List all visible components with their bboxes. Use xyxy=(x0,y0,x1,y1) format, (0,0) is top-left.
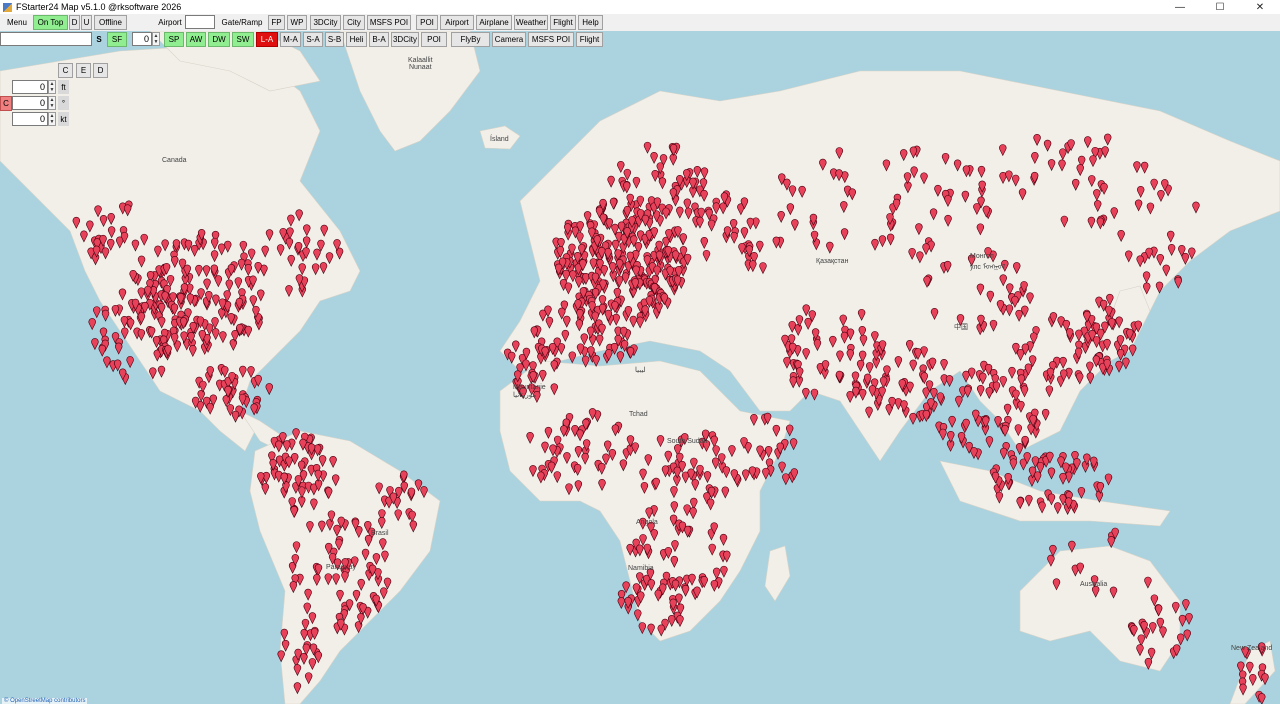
flight-filter-button[interactable]: Flight xyxy=(576,32,603,47)
sw-button[interactable]: SW xyxy=(232,32,254,47)
speed-unit: kt xyxy=(58,112,69,126)
title-bar: FStarter24 Map v5.1.0 @rksoftware 2026 —… xyxy=(0,0,1280,14)
label-angola: Angola xyxy=(636,519,658,526)
label-australia: Australia xyxy=(1080,581,1108,588)
menu-button[interactable]: Menu xyxy=(1,15,33,30)
main-toolbar: Menu On Top D U Offline Airport Gate/Ram… xyxy=(0,14,1280,31)
label-china: 中国 xyxy=(954,324,968,331)
msfs-poi-button[interactable]: MSFS POI xyxy=(367,15,411,30)
label-canada: Canada xyxy=(162,157,187,164)
heading-spinner[interactable]: ▲ ▼ xyxy=(48,96,56,110)
city-button[interactable]: City xyxy=(343,15,365,30)
search-input[interactable] xyxy=(0,32,92,46)
airport-label: Airport xyxy=(158,18,182,27)
label-kazakhstan: Қазақстан xyxy=(816,258,849,265)
label-mauritanie: Mauritanie موريتانيا xyxy=(513,384,546,399)
label-new-zealand: New Zealand xyxy=(1231,645,1273,652)
poi-button[interactable]: POI xyxy=(416,15,438,30)
altitude-spinner[interactable]: ▲ ▼ xyxy=(48,80,56,94)
heading-input[interactable]: 0 xyxy=(12,96,48,110)
sf-button[interactable]: SF xyxy=(107,32,127,47)
c-button[interactable]: C xyxy=(58,63,73,78)
d-button[interactable]: D xyxy=(69,15,80,30)
c-red-button[interactable]: C xyxy=(0,96,12,111)
heading-unit: ° xyxy=(58,96,69,110)
la-button[interactable]: L-A xyxy=(256,32,278,47)
weather-button[interactable]: Weather xyxy=(514,15,548,30)
window-title: FStarter24 Map v5.1.0 @rksoftware 2026 xyxy=(16,2,182,12)
d-panel-button[interactable]: D xyxy=(93,63,108,78)
label-south-sudan: South Sudan xyxy=(667,438,708,445)
filter-toolbar: S SF 0 ▲ ▼ SP AW DW SW L-A M-A S-A S-B He… xyxy=(0,31,604,48)
on-top-button[interactable]: On Top xyxy=(33,15,68,30)
dw-button[interactable]: DW xyxy=(208,32,230,47)
world-map[interactable]: Canada Kalaallit Nunaat Ísland Қазақстан… xyxy=(0,31,1280,704)
flight-button[interactable]: Flight xyxy=(550,15,576,30)
msfs-poi-filter-button[interactable]: MSFS POI xyxy=(528,32,574,47)
gate-ramp-button[interactable]: Gate/Ramp xyxy=(220,15,264,30)
sb-button[interactable]: S-B xyxy=(325,32,344,47)
s-button[interactable]: S xyxy=(93,32,105,47)
sa-button[interactable]: S-A xyxy=(303,32,323,47)
3dcity-button[interactable]: 3DCity xyxy=(310,15,341,30)
sp-button[interactable]: SP xyxy=(164,32,184,47)
offline-button[interactable]: Offline xyxy=(94,15,127,30)
app-icon xyxy=(3,2,12,12)
aw-button[interactable]: AW xyxy=(186,32,206,47)
minimize-button[interactable]: — xyxy=(1160,0,1200,14)
count-input[interactable]: 0 xyxy=(132,32,152,46)
speed-input[interactable]: 0 xyxy=(12,112,48,126)
count-spinner[interactable]: ▲ ▼ xyxy=(152,32,160,46)
speed-spinner[interactable]: ▲ ▼ xyxy=(48,112,56,126)
maximize-button[interactable]: ☐ xyxy=(1200,0,1240,14)
airplane-button[interactable]: Airplane xyxy=(476,15,512,30)
label-chad: Tchad xyxy=(629,411,648,418)
fp-button[interactable]: FP xyxy=(268,15,285,30)
wp-button[interactable]: WP xyxy=(287,15,307,30)
label-iceland: Ísland xyxy=(490,136,509,143)
label-brazil: Brasil xyxy=(371,530,389,537)
altitude-unit: ft xyxy=(58,80,69,94)
u-button[interactable]: U xyxy=(81,15,92,30)
label-namibia: Namibia xyxy=(628,565,654,572)
airport-button[interactable]: Airport xyxy=(440,15,474,30)
flyby-button[interactable]: FlyBy xyxy=(451,32,490,47)
altitude-input[interactable]: 0 xyxy=(12,80,48,94)
e-button[interactable]: E xyxy=(76,63,91,78)
label-greenland: Kalaallit Nunaat xyxy=(408,57,433,71)
window-controls: — ☐ ✕ xyxy=(1160,0,1280,14)
camera-button[interactable]: Camera xyxy=(492,32,526,47)
ma-button[interactable]: M-A xyxy=(280,32,301,47)
help-button[interactable]: Help xyxy=(578,15,603,30)
airport-input[interactable] xyxy=(185,15,215,29)
heli-button[interactable]: Heli xyxy=(346,32,367,47)
label-paraguay: Paraguay xyxy=(326,564,356,571)
close-button[interactable]: ✕ xyxy=(1240,0,1280,14)
3dcity-filter-button[interactable]: 3DCity xyxy=(391,32,419,47)
label-mongolia: Монгол улс ᠮᠣᠩᠭᠣᠯ xyxy=(970,253,1006,271)
label-libya: ليبيا xyxy=(635,367,646,374)
map-attribution[interactable]: © OpenStreetMap contributors xyxy=(2,698,88,704)
ba-button[interactable]: B-A xyxy=(369,32,389,47)
poi-filter-button[interactable]: POI xyxy=(421,32,447,47)
